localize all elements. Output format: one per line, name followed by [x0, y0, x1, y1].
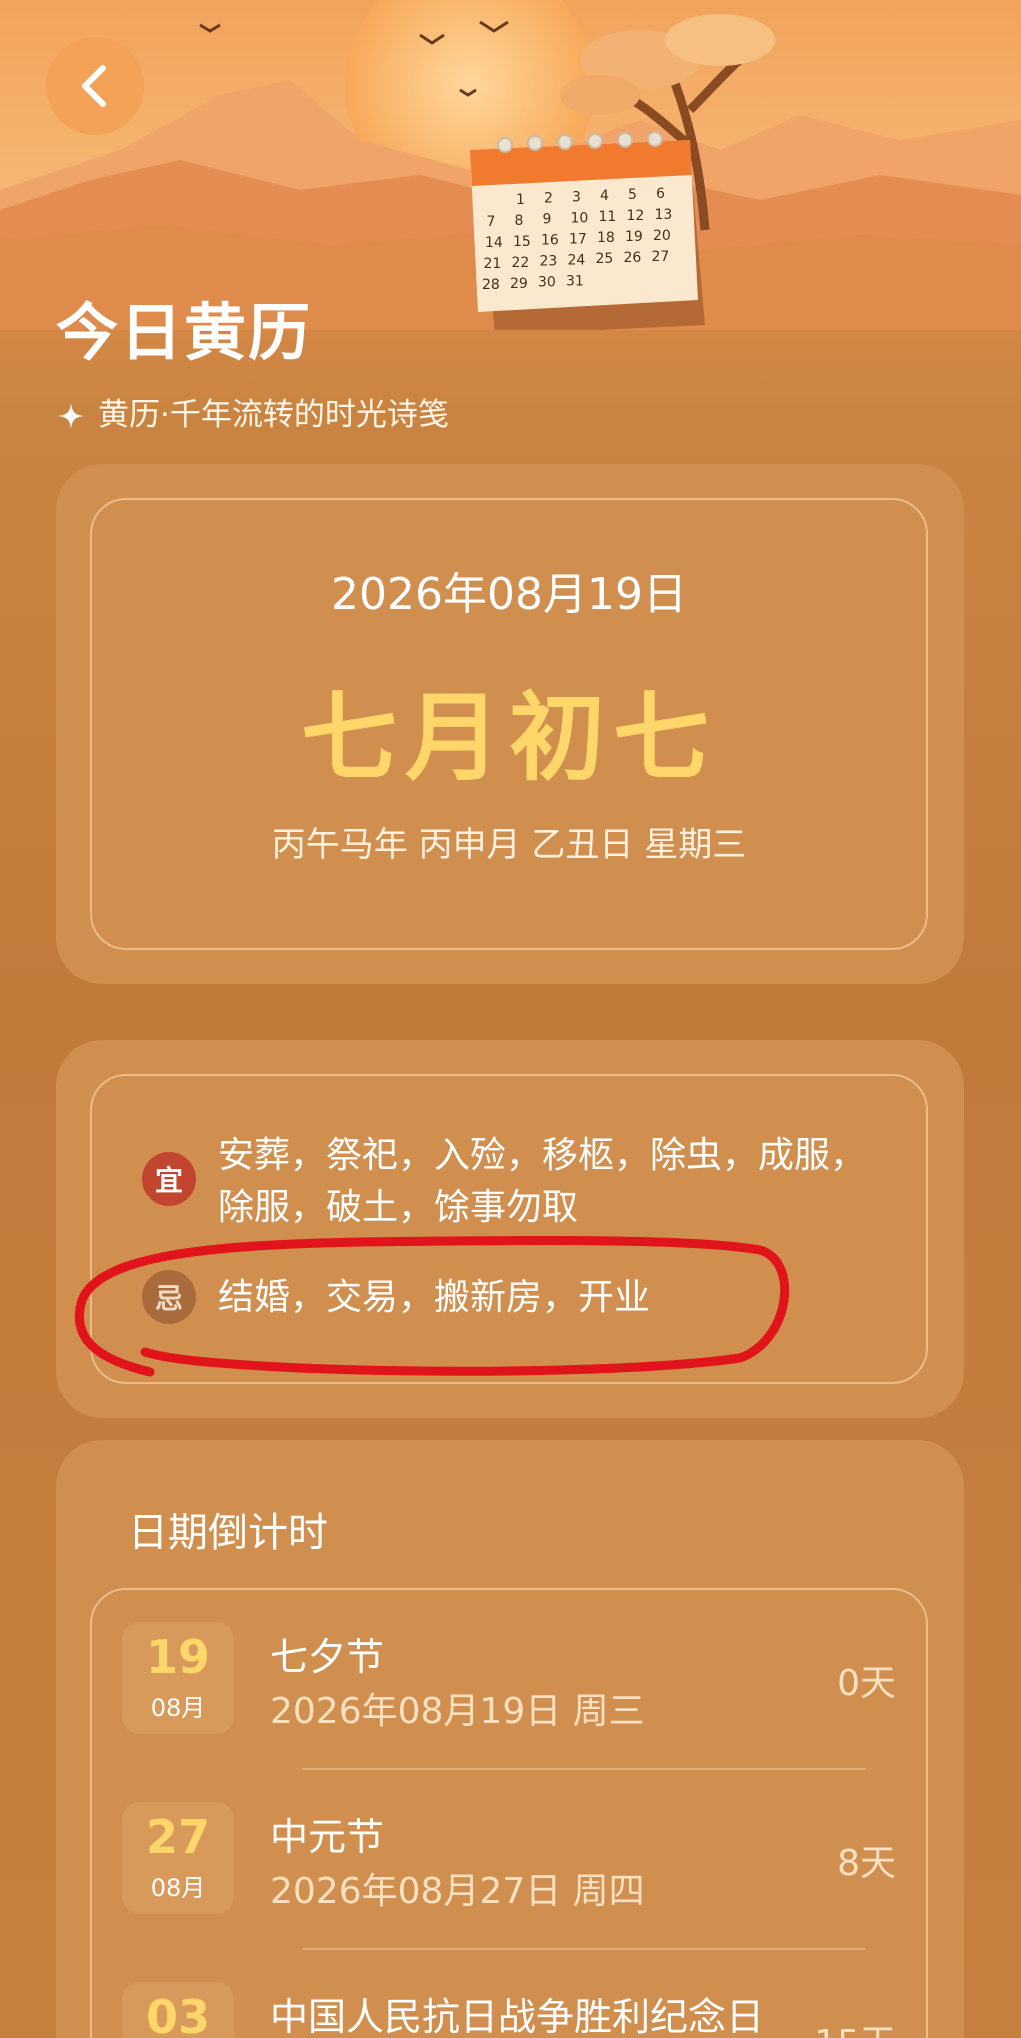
days-remaining: 15天 [814, 2014, 896, 2038]
festival-date: 2026年08月19日 周三 [270, 1691, 645, 1732]
date-chip: 19 08月 [122, 1622, 234, 1734]
chip-day: 19 [145, 1630, 210, 1684]
chip-day: 27 [145, 1810, 210, 1864]
almanac-page: 1 2 3 4 5 6 7 8 9 10 11 12 13 14 15 16 17 18 19 20 21 22 23 24 2… [0, 0, 1021, 2038]
countdown-list: 19 08月 七夕节 2026年08月19日 周三 0天 27 08月 中元节 … [90, 1588, 928, 2038]
festival-name: 七夕节 [270, 1635, 385, 1679]
countdown-item[interactable]: 03 中国人民抗日战争胜利纪念日 15天 [122, 1950, 896, 2038]
festival-date: 2026年08月27日 周四 [270, 1871, 645, 1912]
date-chip: 27 08月 [122, 1802, 234, 1914]
countdown-title: 日期倒计时 [128, 1510, 328, 1556]
countdown-item[interactable]: 27 08月 中元节 2026年08月27日 周四 8天 [122, 1770, 896, 1950]
days-remaining: 8天 [837, 1843, 896, 1884]
festival-name: 中国人民抗日战争胜利纪念日 [270, 1995, 765, 2038]
chip-month: 08月 [150, 1874, 206, 1902]
chip-day: 03 [145, 1990, 210, 2038]
chip-month: 08月 [150, 1694, 206, 1722]
days-remaining: 0天 [837, 1663, 896, 1704]
date-chip: 03 [122, 1982, 234, 2038]
countdown-item[interactable]: 19 08月 七夕节 2026年08月19日 周三 0天 [122, 1590, 896, 1770]
festival-name: 中元节 [270, 1815, 385, 1859]
countdown-card: 日期倒计时 19 08月 七夕节 2026年08月19日 周三 0天 27 08… [56, 1440, 964, 2038]
